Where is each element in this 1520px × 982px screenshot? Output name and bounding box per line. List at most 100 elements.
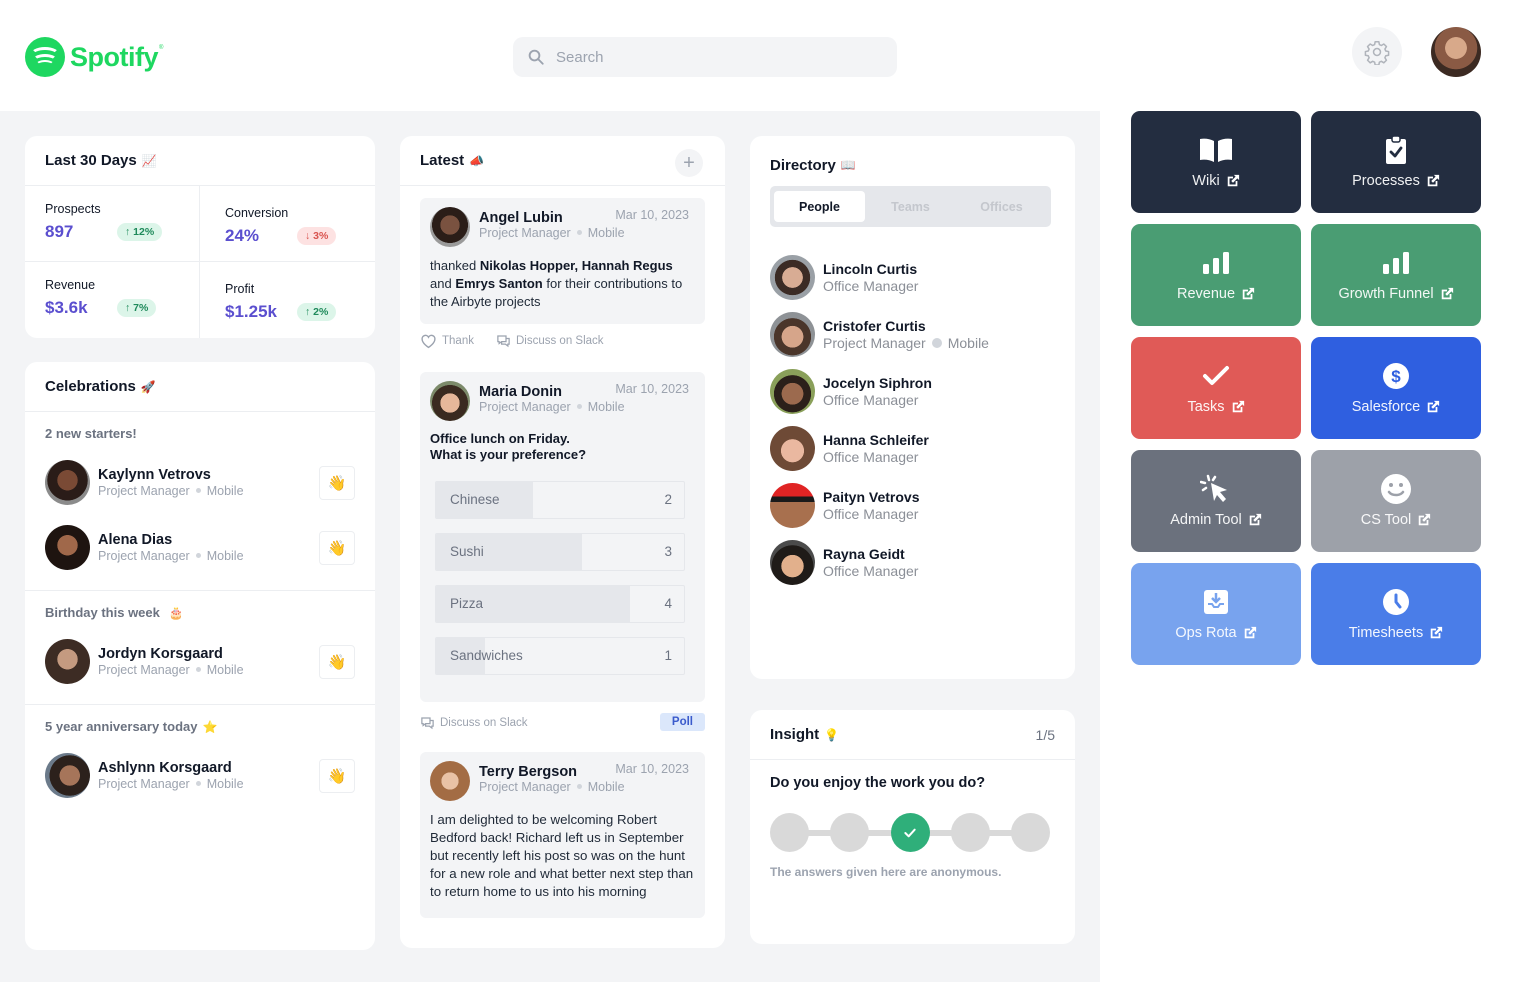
wave-button[interactable]: 👋	[319, 530, 355, 565]
tab-offices[interactable]: Offices	[956, 191, 1047, 222]
quick-link-label: Processes	[1352, 173, 1440, 189]
avatar	[45, 460, 90, 505]
quick-link-growth-funnel[interactable]: Growth Funnel	[1311, 224, 1481, 326]
author-role: Project Manager Mobile	[479, 226, 625, 240]
post-actions: Thank Discuss on Slack	[420, 333, 626, 349]
poll-option[interactable]: Chinese 2	[435, 481, 685, 519]
change-badge: ↓ 3%	[297, 227, 337, 245]
author-name: Terry Bergson	[479, 764, 578, 780]
wave-icon: 👋	[327, 539, 347, 557]
spotify-logo-icon	[25, 37, 65, 77]
wave-button[interactable]: 👋	[319, 758, 355, 793]
post-actions: Discuss on Slack	[420, 716, 550, 730]
poll-option[interactable]: Sandwiches 1	[435, 637, 685, 675]
tab-people[interactable]: People	[774, 191, 865, 222]
list-item[interactable]: Hanna Schleifer Office Manager	[770, 420, 989, 477]
quick-link-ops-rota[interactable]: Ops Rota	[1131, 563, 1301, 665]
avatar	[45, 525, 90, 570]
quick-link-salesforce[interactable]: $ Salesforce	[1311, 337, 1481, 439]
discuss-on-slack-link[interactable]: Discuss on Slack	[420, 716, 528, 730]
poll-option-label: Pizza	[450, 596, 484, 611]
list-item[interactable]: Paityn Vetrovs Office Manager	[770, 477, 989, 534]
rating-option-2[interactable]	[830, 813, 870, 852]
arrow-up-icon: ↑	[125, 226, 131, 238]
quick-link-processes[interactable]: Processes	[1311, 111, 1481, 213]
cursor-click-icon	[1200, 474, 1232, 504]
change-value: 12%	[133, 226, 155, 238]
card-title: Directory	[770, 156, 836, 174]
thank-button[interactable]: Thank	[420, 333, 474, 349]
stat-value: 24%	[225, 226, 260, 245]
rocket-emoji-icon: 🚀	[140, 379, 156, 394]
spotify-logo[interactable]: Spotify ®	[25, 37, 163, 77]
avatar	[770, 255, 815, 300]
quick-link-label: Salesforce	[1352, 399, 1441, 415]
quick-link-label: Wiki	[1192, 173, 1239, 189]
quick-link-revenue[interactable]: Revenue	[1131, 224, 1301, 326]
quick-link-label: Admin Tool	[1170, 512, 1261, 528]
stat-label: Profit	[225, 282, 255, 296]
megaphone-emoji-icon: 📣	[469, 153, 485, 168]
clock-icon	[1382, 587, 1410, 617]
search-bar[interactable]	[513, 37, 897, 77]
arrow-up-icon: ↑	[125, 302, 131, 314]
card-header: Celebrations 🚀	[25, 362, 375, 412]
change-value: 2%	[313, 306, 329, 318]
avatar	[770, 483, 815, 528]
search-input[interactable]	[556, 48, 876, 66]
list-item[interactable]: Jocelyn Siphron Office Manager	[770, 363, 989, 420]
avatar	[770, 540, 815, 585]
poll-tag: Poll	[659, 713, 705, 731]
card-header: Insight 💡 1/5	[750, 710, 1075, 760]
wave-button[interactable]: 👋	[319, 465, 355, 500]
add-post-button[interactable]: +	[675, 149, 703, 177]
quick-link-timesheets[interactable]: Timesheets	[1311, 563, 1481, 665]
discuss-on-slack-link[interactable]: Discuss on Slack	[496, 334, 604, 348]
poll-option[interactable]: Pizza 4	[435, 585, 685, 623]
rating-option-3[interactable]	[890, 813, 930, 852]
poll-option[interactable]: Sushi 3	[435, 533, 685, 571]
change-badge: ↑ 12%	[117, 223, 163, 241]
person-name: Jocelyn Siphron	[823, 375, 932, 391]
quick-link-label: Tasks	[1187, 399, 1244, 415]
quick-link-wiki[interactable]: Wiki	[1131, 111, 1301, 213]
post-date: Mar 10, 2023	[615, 382, 689, 396]
external-link-icon	[1242, 287, 1255, 300]
person-name: Hanna Schleifer	[823, 432, 929, 448]
chart-emoji-icon: 📈	[141, 153, 157, 168]
change-value: 7%	[133, 302, 149, 314]
arrow-up-icon: ↑	[305, 306, 311, 318]
chat-bubbles-icon	[497, 335, 510, 348]
settings-button[interactable]	[1352, 27, 1402, 77]
quick-link-cs-tool[interactable]: CS Tool	[1311, 450, 1481, 552]
rating-option-5[interactable]	[1011, 813, 1050, 852]
tab-teams[interactable]: Teams	[865, 191, 956, 222]
list-item[interactable]: Rayna Geidt Office Manager	[770, 534, 989, 591]
card-title: Celebrations	[45, 378, 136, 395]
list-item[interactable]: Lincoln Curtis Office Manager	[770, 249, 989, 306]
list-item: Ashlynn Korsgaard Project Manager Mobile …	[45, 743, 355, 808]
avatar	[430, 761, 470, 801]
quick-links-grid: Wiki Processes Revenue Growth Funnel Tasks $ S…	[1131, 111, 1481, 665]
avatar	[45, 639, 90, 684]
external-link-icon	[1430, 626, 1443, 639]
dollar-circle-icon: $	[1382, 361, 1410, 391]
quick-link-admin-tool[interactable]: Admin Tool	[1131, 450, 1301, 552]
quick-link-tasks[interactable]: Tasks	[1131, 337, 1301, 439]
rating-option-1[interactable]	[770, 813, 809, 852]
list-item[interactable]: Cristofer Curtis Project Manager Mobile	[770, 306, 989, 363]
list-item: Kaylynn Vetrovs Project Manager Mobile 👋	[45, 450, 355, 515]
external-link-icon	[1249, 513, 1261, 526]
svg-text:$: $	[1391, 367, 1401, 386]
wave-button[interactable]: 👋	[319, 644, 355, 679]
rating-option-4[interactable]	[950, 813, 990, 852]
arrow-down-icon: ↓	[305, 230, 311, 242]
quick-link-label: Ops Rota	[1175, 625, 1256, 641]
anonymous-note: The answers given here are anonymous.	[770, 865, 1002, 879]
user-avatar[interactable]	[1431, 27, 1481, 77]
post-date: Mar 10, 2023	[615, 762, 689, 776]
person-role: Office Manager	[823, 506, 919, 522]
insight-counter: 1/5	[1035, 726, 1055, 743]
person-role: Project Manager Mobile	[98, 663, 244, 677]
quick-link-label: CS Tool	[1361, 512, 1432, 528]
